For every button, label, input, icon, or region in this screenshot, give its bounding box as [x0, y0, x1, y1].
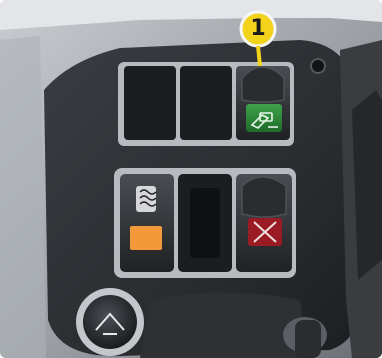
- bolt: [310, 58, 326, 74]
- grip-handle: [295, 320, 321, 358]
- photo-svg: [0, 0, 382, 358]
- green-indicator: [246, 104, 282, 132]
- console-photo: 1: [0, 0, 382, 358]
- left-wall: [0, 36, 46, 358]
- callout-leader-line: [256, 45, 262, 67]
- amber-indicator: [130, 226, 162, 250]
- seat-heater-icon: [136, 186, 157, 212]
- lower-rocker-cap: [241, 176, 287, 218]
- callout-1-circle: [239, 10, 277, 48]
- lower-panel: [140, 292, 310, 358]
- upper-blank-2: [180, 66, 232, 140]
- upper-blank-1: [124, 66, 176, 140]
- rocker-cap: [241, 66, 285, 103]
- knob[interactable]: [83, 295, 137, 349]
- lower-blank-slot: [190, 188, 220, 258]
